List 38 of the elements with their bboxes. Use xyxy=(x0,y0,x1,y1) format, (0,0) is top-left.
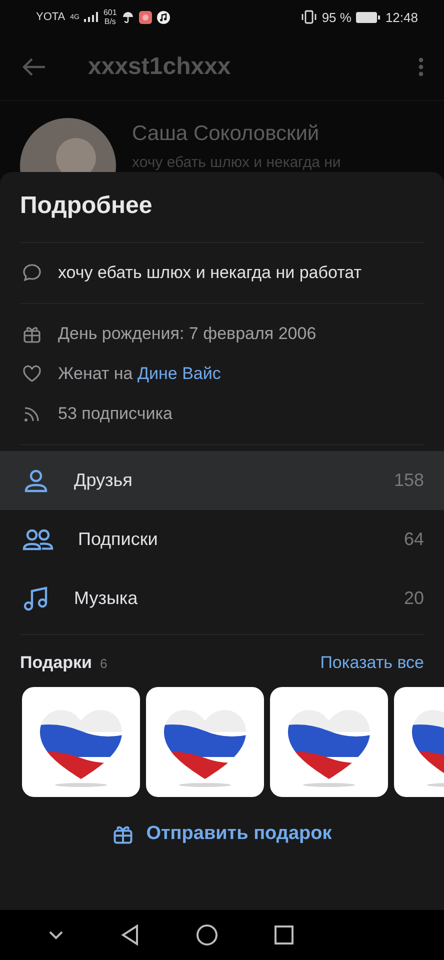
send-gift-button[interactable]: Отправить подарок xyxy=(100,813,344,855)
gift-icon xyxy=(22,324,42,344)
rss-icon xyxy=(22,404,42,424)
detail-text: 53 подписчика xyxy=(58,404,172,424)
music-note-icon xyxy=(156,10,170,24)
home-icon[interactable] xyxy=(196,924,218,946)
menu-item[interactable]: Подписки 64 xyxy=(0,510,444,569)
speech-bubble-icon xyxy=(22,263,42,283)
gifts-count: 6 xyxy=(100,656,108,671)
recents-icon[interactable] xyxy=(274,925,294,945)
profile-status: хочу ебать шлюх и некагда ни xyxy=(132,154,341,171)
battery-percent: 95 % xyxy=(322,10,352,24)
page-title: xxxst1chxxx xyxy=(88,53,232,81)
detail-text: Женат на Дине Вайс xyxy=(58,364,221,384)
back-icon[interactable] xyxy=(120,924,140,946)
detail-text: День рождения: 7 февраля 2006 xyxy=(58,324,316,344)
heart-icon xyxy=(22,364,42,384)
signal-icon xyxy=(84,12,98,22)
status-text: хочу ебать шлюх и некагда ни работат xyxy=(58,263,362,283)
app-notification-icon xyxy=(138,10,152,24)
more-icon[interactable] xyxy=(418,57,424,77)
show-all-link[interactable]: Показать все xyxy=(320,653,424,673)
gifts-title: Подарки xyxy=(20,653,92,673)
network-speed: 601 xyxy=(103,8,117,17)
partner-link[interactable]: Дине Вайс xyxy=(138,364,221,383)
music-note-icon xyxy=(22,584,50,612)
chevron-down-icon[interactable] xyxy=(48,930,64,940)
battery-icon xyxy=(356,12,380,22)
carrier-name: YOTA xyxy=(36,11,66,23)
sheet-title: Подробнее xyxy=(19,191,154,221)
umbrella-icon xyxy=(122,11,134,23)
speed-unit: B/s xyxy=(104,17,116,26)
menu-item[interactable]: Музыка 20 xyxy=(0,569,444,628)
vibrate-icon xyxy=(300,10,317,24)
back-arrow-icon[interactable] xyxy=(22,57,46,77)
menu-item[interactable]: Друзья 158 xyxy=(0,451,444,510)
clock-time: 12:48 xyxy=(385,10,418,24)
profile-name: Саша Соколовский xyxy=(132,122,320,146)
